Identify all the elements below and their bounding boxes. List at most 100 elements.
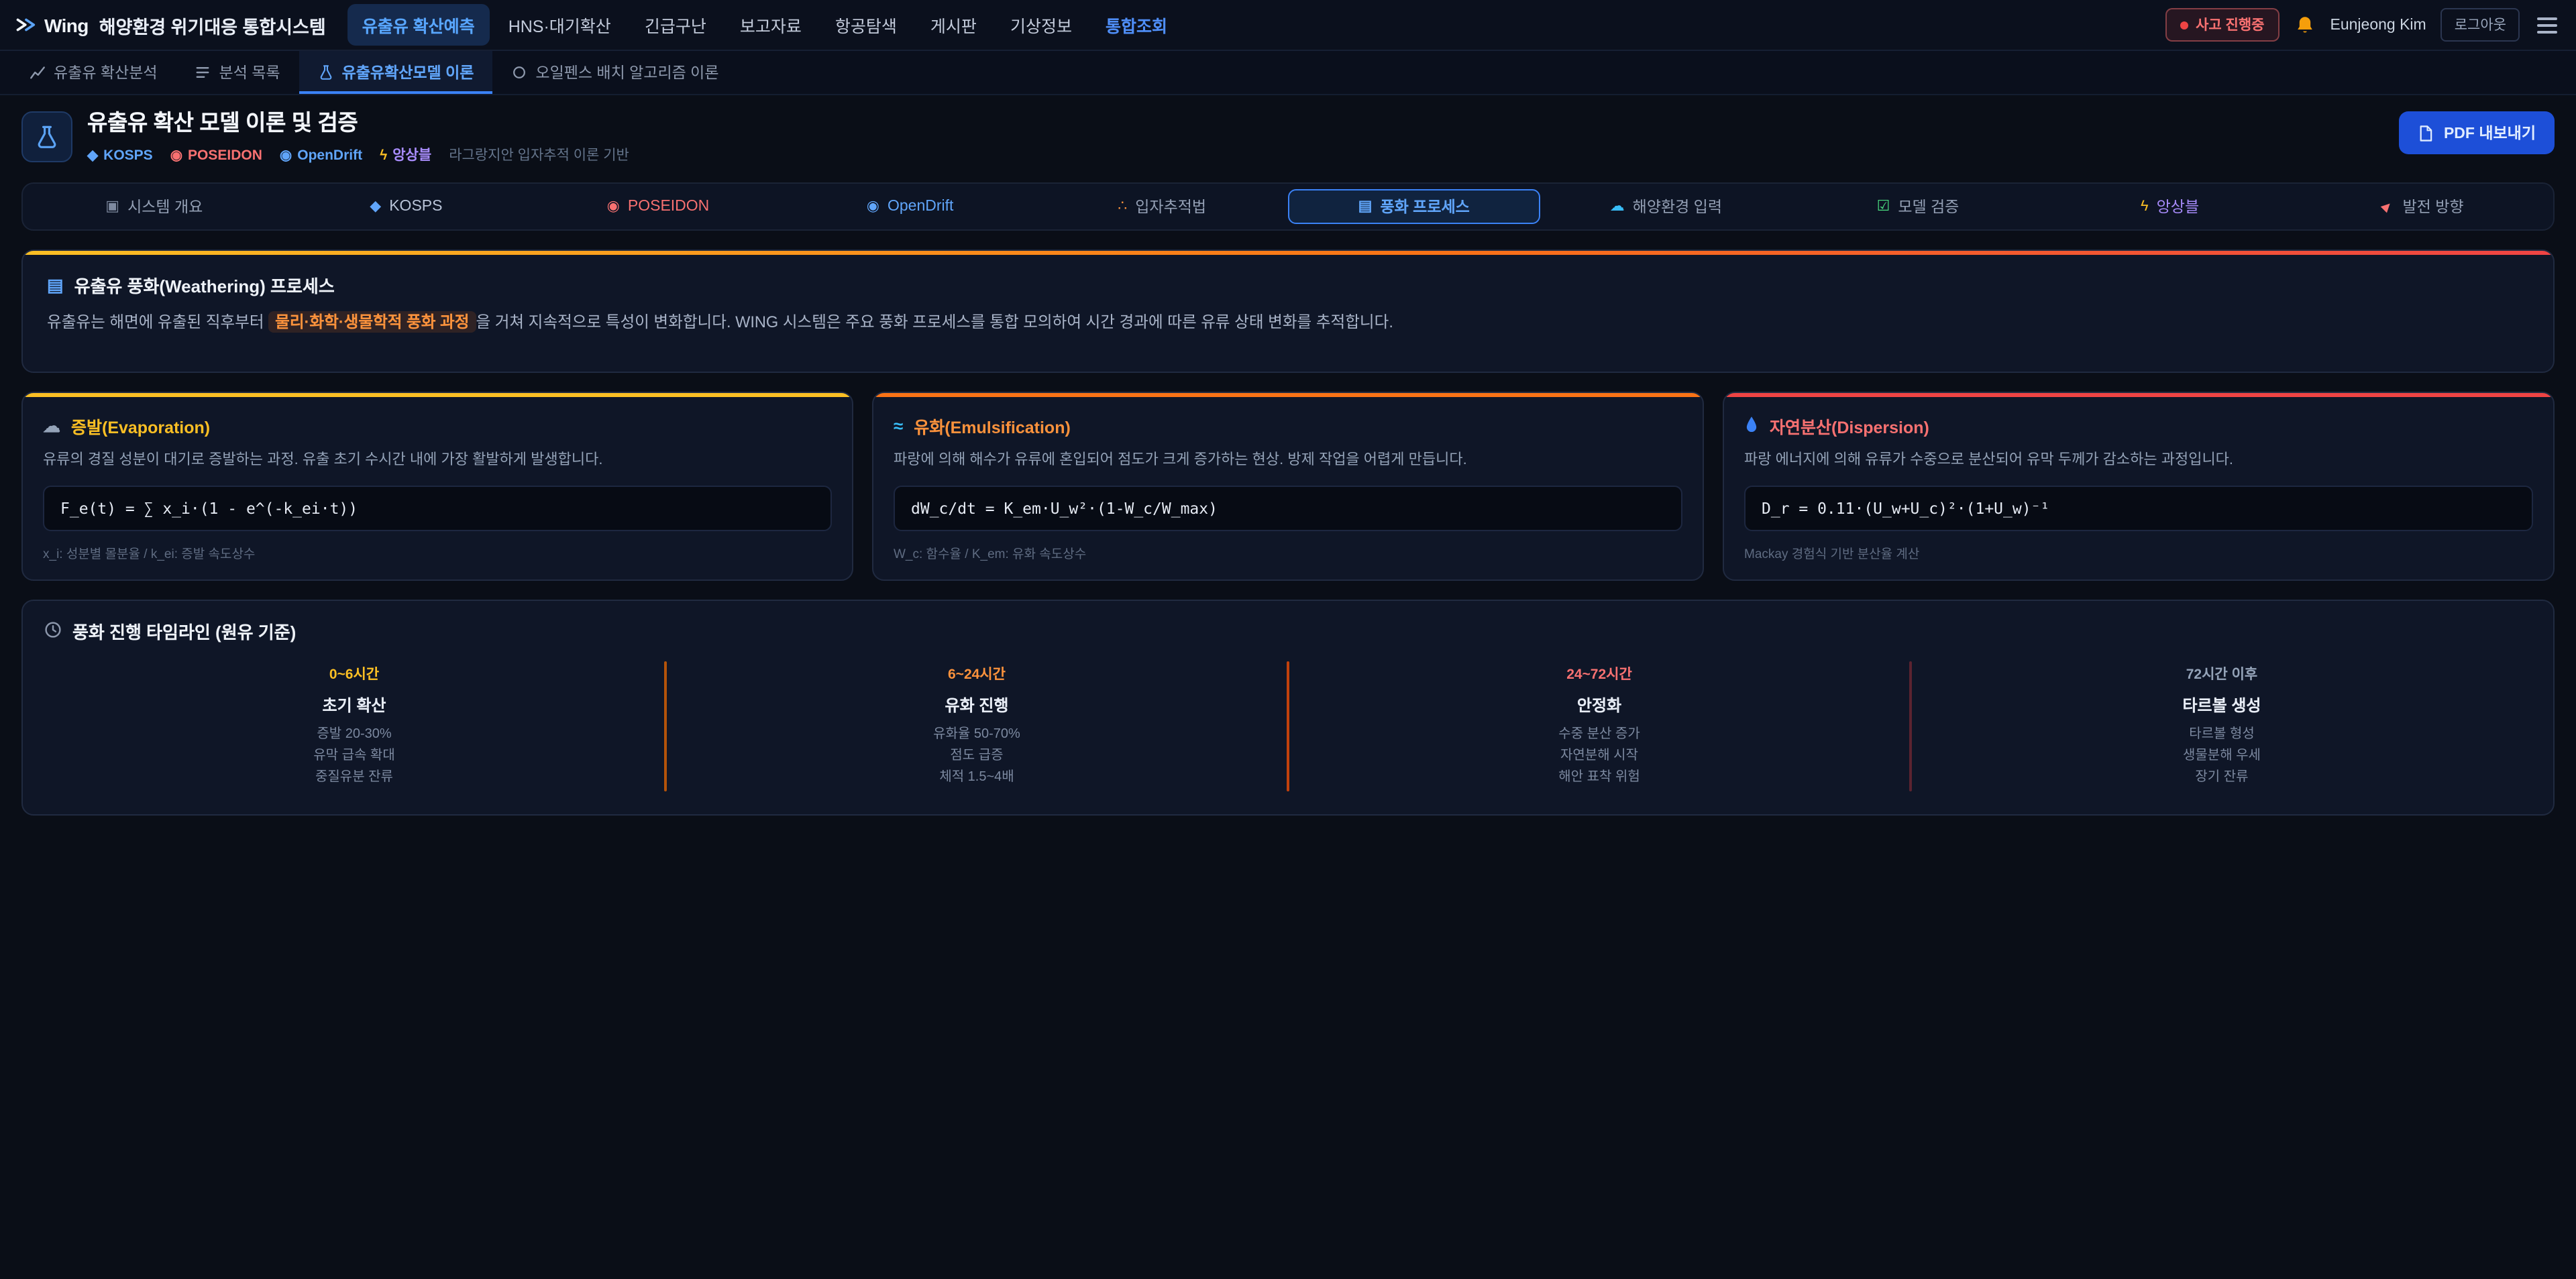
badge-poseidon: ◉POSEIDON — [170, 147, 262, 163]
card-title-row: ☁ 증발(Evaporation) — [43, 412, 832, 438]
globe-icon: ◉ — [280, 147, 292, 163]
card-title-row: ≈ 유화(Emulsification) — [894, 412, 1682, 438]
diamond-icon: ◆ — [87, 147, 98, 163]
diamond-icon: ◆ — [370, 199, 381, 214]
weathering-section-title: 유출유 풍화(Weathering) 프로세스 — [74, 272, 335, 298]
nav-item-board[interactable]: 게시판 — [916, 4, 991, 46]
timeline-stage-emulsification: 6~24시간 유화 진행 유화율 50-70% 점도 급증 체적 1.5~4배 — [667, 661, 1287, 791]
brand[interactable]: Wing 해양환경 위기대응 통합시스템 — [16, 11, 326, 38]
page-subtitle: 라그랑지안 입자추적 이론 기반 — [449, 145, 629, 165]
list-icon — [195, 64, 211, 80]
weathering-section-header: ▤ 유출유 풍화(Weathering) 프로세스 — [47, 272, 2529, 298]
card-title: 자연분산(Dispersion) — [1770, 412, 1929, 438]
document-icon — [2418, 124, 2434, 142]
badge-opendrift: ◉OpenDrift — [280, 147, 362, 163]
model-badges: ◆KOSPS ◉POSEIDON ◉OpenDrift ϟ앙상블 라그랑지안 입… — [87, 145, 629, 165]
page-header: 유출유 확산 모델 이론 및 검증 ◆KOSPS ◉POSEIDON ◉Open… — [21, 111, 2555, 165]
cloud-icon: ☁ — [1610, 199, 1625, 214]
particles-icon: ∴ — [1118, 199, 1127, 214]
nav-item-hns-air-dispersion[interactable]: HNS·대기확산 — [494, 4, 626, 46]
formula-footnote: Mackay 경험식 기반 분산율 계산 — [1744, 543, 2533, 561]
grid-icon: ▤ — [1358, 199, 1373, 214]
incident-status-label: 사고 진행중 — [2196, 15, 2264, 35]
section-tab-particle-tracking[interactable]: ∴입자추적법 — [1036, 189, 1288, 224]
formula-box: D_r = 0.11·(U_w+U_c)²·(1+U_w)⁻¹ — [1744, 485, 2533, 531]
timeline-grid: 0~6시간 초기 확산 증발 20-30% 유막 급속 확대 중질유분 잔류 6… — [44, 661, 2532, 791]
section-tab-poseidon[interactable]: ◉POSEIDON — [532, 189, 784, 224]
section-tab-opendrift[interactable]: ◉OpenDrift — [784, 189, 1036, 224]
section-tab-model-validation[interactable]: ☑모델 검증 — [1792, 189, 2044, 224]
card-description: 파랑에 의해 해수가 유류에 혼입되어 점도가 크게 증가하는 현상. 방제 작… — [894, 450, 1682, 471]
formula-footnote: W_c: 함수율 / K_em: 유화 속도상수 — [894, 543, 1682, 561]
section-tab-weathering-process[interactable]: ▤풍화 프로세스 — [1288, 189, 1540, 224]
clock-icon — [44, 620, 62, 641]
section-tab-kosps[interactable]: ◆KOSPS — [280, 189, 533, 224]
flask-icon — [35, 125, 59, 149]
highlight-text: 물리·화학·생물학적 풍화 과정 — [268, 311, 476, 333]
sub-tabbar: 유출유 확산분석 분석 목록 유출유확산모델 이론 오일펜스 배치 알고리즘 이… — [0, 51, 2576, 95]
bolt-icon: ϟ — [2141, 199, 2149, 214]
formula-footnote: x_i: 성분별 몰분율 / k_ei: 증발 속도상수 — [43, 543, 832, 561]
tab-oil-fence-algorithm-theory[interactable]: 오일펜스 배치 알고리즘 이론 — [492, 51, 737, 94]
card-title: 증발(Evaporation) — [71, 412, 210, 438]
timeline-header: 풍화 진행 타임라인 (원유 기준) — [44, 618, 2532, 643]
weathering-description: 유출유는 해면에 유출된 직후부터 물리·화학·생물학적 풍화 과정을 거쳐 지… — [47, 311, 2529, 335]
incident-status-badge[interactable]: 사고 진행중 — [2165, 8, 2279, 42]
main-nav: 유출유 확산예측 HNS·대기확산 긴급구난 보고자료 항공탐색 게시판 기상정… — [347, 4, 1182, 46]
page-title: 유출유 확산 모델 이론 및 검증 — [87, 111, 629, 135]
top-navbar: Wing 해양환경 위기대응 통합시스템 유출유 확산예측 HNS·대기확산 긴… — [0, 0, 2576, 51]
badge-kosps: ◆KOSPS — [87, 147, 153, 163]
card-evaporation: ☁ 증발(Evaporation) 유류의 경질 성분이 대기로 증발하는 과정… — [21, 391, 853, 580]
timeline-stage-initial-spread: 0~6시간 초기 확산 증발 20-30% 유막 급속 확대 중질유분 잔류 — [44, 661, 664, 791]
page-icon-box — [21, 111, 72, 162]
chart-icon — [30, 64, 46, 80]
cloud-icon: ☁ — [43, 416, 60, 434]
badge-ensemble: ϟ앙상블 — [380, 145, 431, 165]
logo-text: Wing — [44, 14, 89, 36]
nav-item-reports[interactable]: 보고자료 — [725, 4, 816, 46]
logout-button[interactable]: 로그아웃 — [2441, 8, 2520, 42]
clipboard-icon: ▤ — [47, 276, 64, 294]
pdf-export-button[interactable]: PDF 내보내기 — [2400, 111, 2555, 154]
topbar-right: 사고 진행중 Eunjeong Kim 로그아웃 — [2165, 8, 2560, 42]
page-title-block: 유출유 확산 모델 이론 및 검증 ◆KOSPS ◉POSEIDON ◉Open… — [87, 111, 629, 165]
nav-item-aerial-search[interactable]: 항공탐색 — [820, 4, 912, 46]
formula-box: dW_c/dt = K_em·U_w²·(1-W_c/W_max) — [894, 485, 1682, 531]
nav-item-weather-info[interactable]: 기상정보 — [996, 4, 1087, 46]
timeline-section: 풍화 진행 타임라인 (원유 기준) 0~6시간 초기 확산 증발 20-30%… — [21, 599, 2555, 815]
card-title-row: 자연분산(Dispersion) — [1744, 412, 2533, 438]
bolt-icon: ϟ — [380, 147, 387, 163]
incident-status-dot — [2180, 21, 2188, 29]
circle-icon — [511, 64, 527, 80]
formula-box: F_e(t) = ∑ x_i·(1 - e^(-k_ei·t)) — [43, 485, 832, 531]
tab-diffusion-model-theory[interactable]: 유출유확산모델 이론 — [299, 51, 493, 94]
user-name: Eunjeong Kim — [2330, 17, 2426, 33]
tab-analysis-list[interactable]: 분석 목록 — [176, 51, 299, 94]
timeline-stage-stabilization: 24~72시간 안정화 수중 분산 증가 자연분해 시작 해안 표착 위험 — [1289, 661, 1909, 791]
system-title: 해양환경 위기대응 통합시스템 — [99, 11, 326, 38]
weathering-section: ▤ 유출유 풍화(Weathering) 프로세스 유출유는 해면에 유출된 직… — [21, 249, 2555, 372]
main-content: 유출유 확산 모델 이론 및 검증 ◆KOSPS ◉POSEIDON ◉Open… — [0, 111, 2576, 815]
section-tab-future-direction[interactable]: ►발전 방향 — [2296, 189, 2548, 224]
section-tab-ensemble[interactable]: ϟ앙상블 — [2044, 189, 2296, 224]
nav-item-oil-spill-prediction[interactable]: 유출유 확산예측 — [347, 4, 490, 46]
section-tab-strip: ▣시스템 개요 ◆KOSPS ◉POSEIDON ◉OpenDrift ∴입자추… — [21, 182, 2555, 231]
nav-item-emergency-rescue[interactable]: 긴급구난 — [630, 4, 721, 46]
tab-spill-analysis[interactable]: 유출유 확산분석 — [11, 51, 176, 94]
section-tab-system-overview[interactable]: ▣시스템 개요 — [28, 189, 280, 224]
card-description: 유류의 경질 성분이 대기로 증발하는 과정. 유출 초기 수시간 내에 가장 … — [43, 450, 832, 471]
card-dispersion: 자연분산(Dispersion) 파랑 에너지에 의해 유류가 수중으로 분산되… — [1723, 391, 2555, 580]
target-icon: ◉ — [607, 199, 620, 214]
app-root: Wing 해양환경 위기대응 통합시스템 유출유 확산예측 HNS·대기확산 긴… — [0, 0, 2576, 1279]
check-icon: ☑ — [1877, 199, 1890, 214]
card-description: 파랑 에너지에 의해 유류가 수중으로 분산되어 유막 두께가 감소하는 과정입… — [1744, 450, 2533, 471]
wing-logo-icon — [16, 15, 36, 35]
section-tab-ocean-environment-input[interactable]: ☁해양환경 입력 — [1540, 189, 1792, 224]
nav-item-integrated-search[interactable]: 통합조회 — [1091, 4, 1182, 46]
monitor-icon: ▣ — [105, 199, 119, 214]
menu-icon[interactable] — [2534, 14, 2560, 36]
notification-bell-icon[interactable] — [2294, 14, 2316, 36]
flask-icon — [318, 64, 334, 80]
globe-icon: ◉ — [867, 199, 879, 214]
process-card-grid: ☁ 증발(Evaporation) 유류의 경질 성분이 대기로 증발하는 과정… — [21, 391, 2555, 580]
